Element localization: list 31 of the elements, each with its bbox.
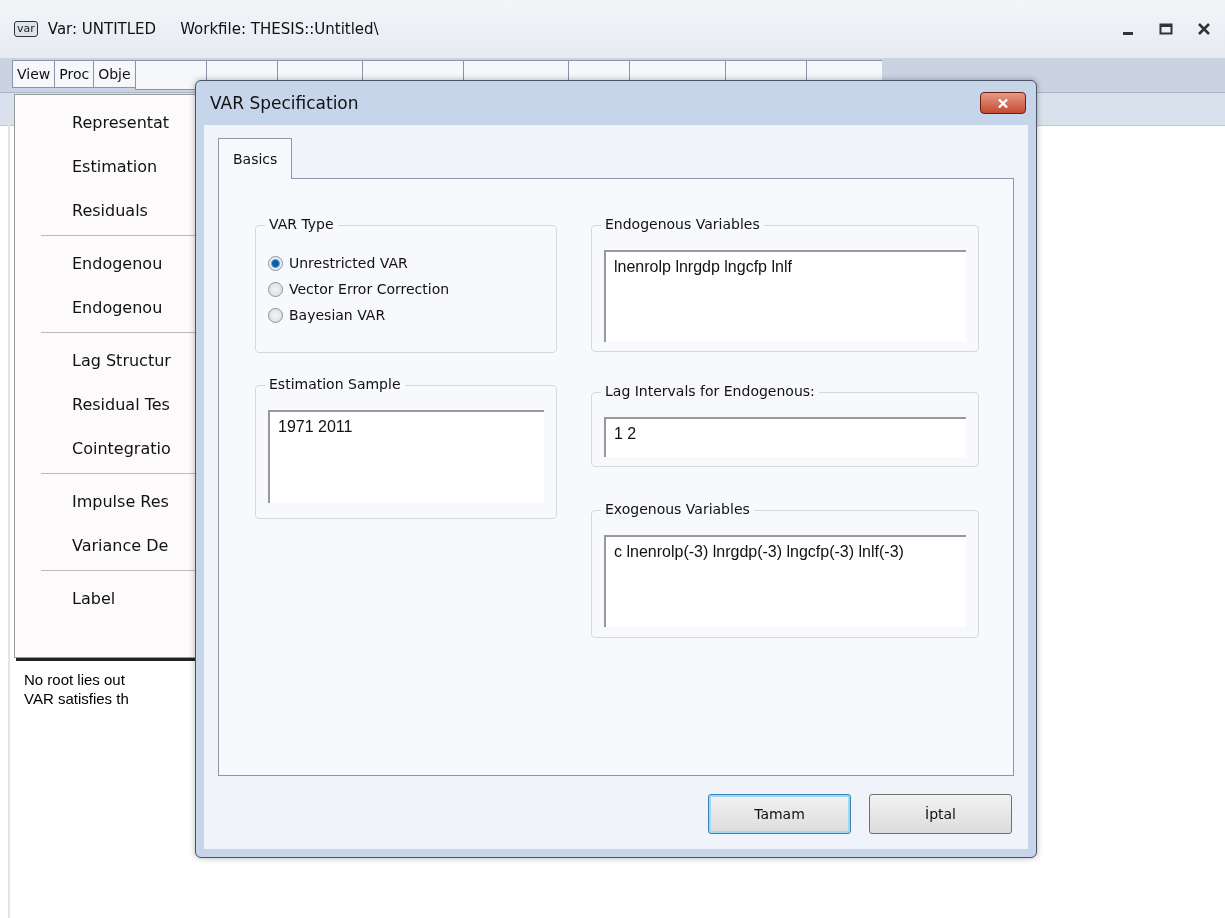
- group-label: Lag Intervals for Endogenous:: [601, 383, 819, 399]
- close-icon: [997, 97, 1009, 109]
- exogenous-field[interactable]: c lnenrolp(-3) lnrgdp(-3) lngcfp(-3) lnlf(-3): [604, 535, 966, 627]
- tab[interactable]: Basics: [218, 138, 293, 179]
- output-text: VAR satisfies th: [24, 690, 130, 707]
- toolbar-button[interactable]: View: [12, 60, 55, 88]
- lag-field[interactable]: 1 2: [604, 417, 966, 457]
- close-button[interactable]: [980, 92, 1026, 114]
- radio-label: Vector Error Correction: [289, 281, 450, 297]
- radio-label: Unrestricted VAR: [289, 255, 408, 271]
- toolbar-button[interactable]: Obje: [93, 60, 135, 88]
- group-label: Endogenous Variables: [601, 216, 764, 232]
- close-icon[interactable]: [1197, 22, 1211, 36]
- toolbar-button[interactable]: Proc: [54, 60, 94, 88]
- window-title: Var: UNTITLED: [47, 20, 157, 38]
- dialog-title: VAR Specification: [210, 93, 359, 113]
- sample-field[interactable]: 1971 2011: [268, 410, 544, 503]
- workfile-title: Workfile: THESIS::Untitled\: [180, 20, 379, 38]
- group-label: Exogenous Variables: [601, 501, 754, 517]
- radio-button[interactable]: [268, 255, 283, 271]
- radio-button[interactable]: [268, 307, 283, 323]
- group-label: Estimation Sample: [265, 376, 405, 392]
- group-label: VAR Type: [265, 216, 338, 232]
- dialog-button[interactable]: Tamam: [708, 794, 851, 834]
- endogenous-field[interactable]: lnenrolp lnrgdp lngcfp lnlf: [604, 250, 966, 342]
- output-text: No root lies out: [24, 671, 126, 688]
- app-logo: var: [14, 21, 38, 37]
- radio-button[interactable]: [268, 281, 283, 297]
- maximize-icon[interactable]: [1159, 22, 1173, 36]
- dialog-button[interactable]: İptal: [869, 794, 1012, 834]
- radio-label: Bayesian VAR: [289, 307, 386, 323]
